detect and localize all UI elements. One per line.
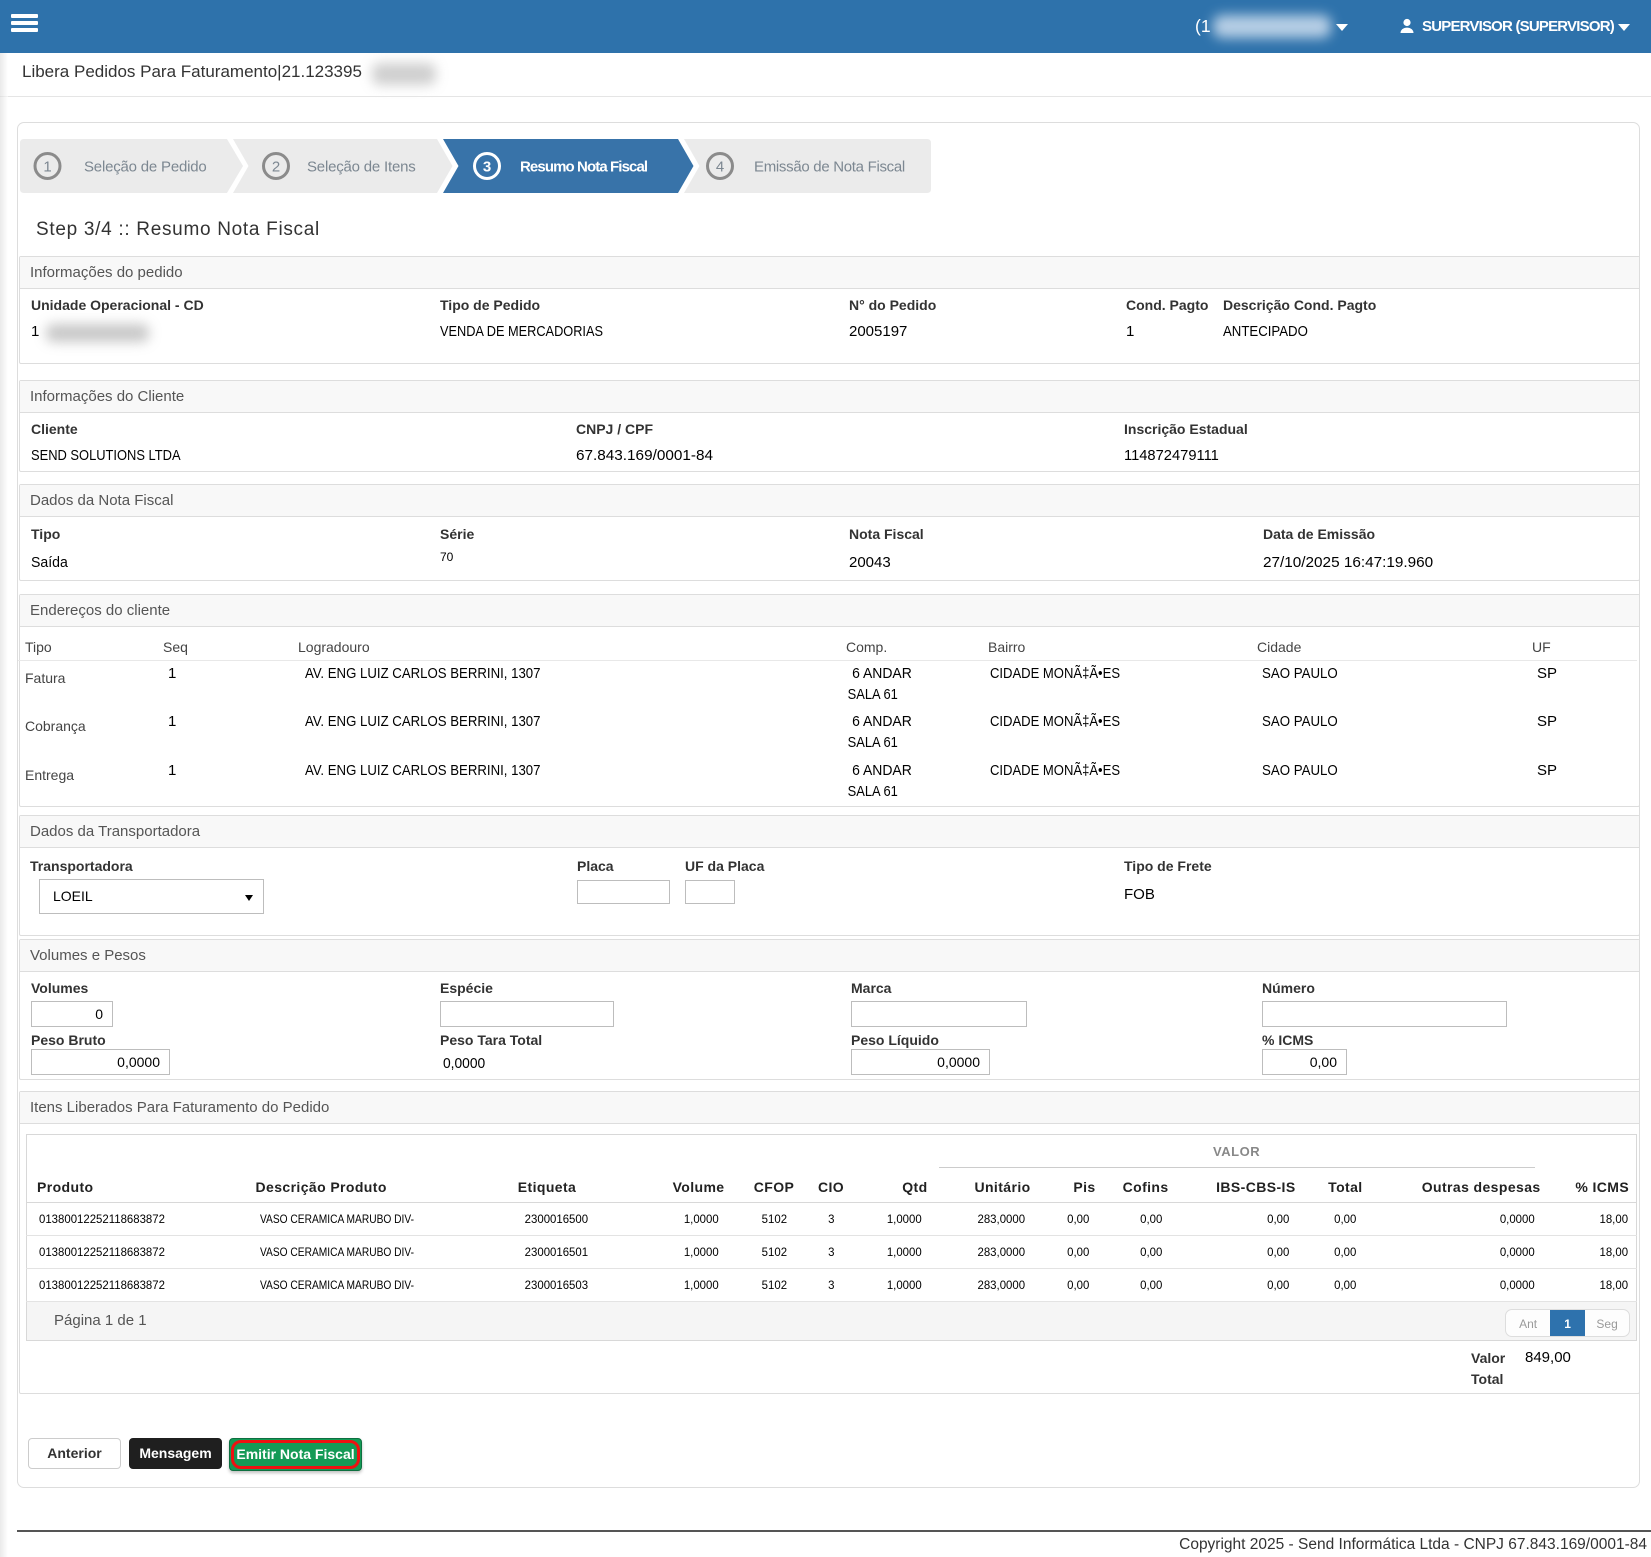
svg-text:3: 3 bbox=[483, 159, 491, 176]
svg-text:Resumo Nota Fiscal: Resumo Nota Fiscal bbox=[520, 159, 648, 176]
svg-text:Seleção de Itens: Seleção de Itens bbox=[307, 159, 416, 176]
svg-text:1: 1 bbox=[43, 159, 51, 176]
svg-text:Seleção de Pedido: Seleção de Pedido bbox=[84, 159, 207, 176]
svg-text:4: 4 bbox=[716, 159, 724, 176]
svg-text:Emissão de Nota Fiscal: Emissão de Nota Fiscal bbox=[754, 159, 905, 176]
svg-text:2: 2 bbox=[272, 159, 280, 176]
